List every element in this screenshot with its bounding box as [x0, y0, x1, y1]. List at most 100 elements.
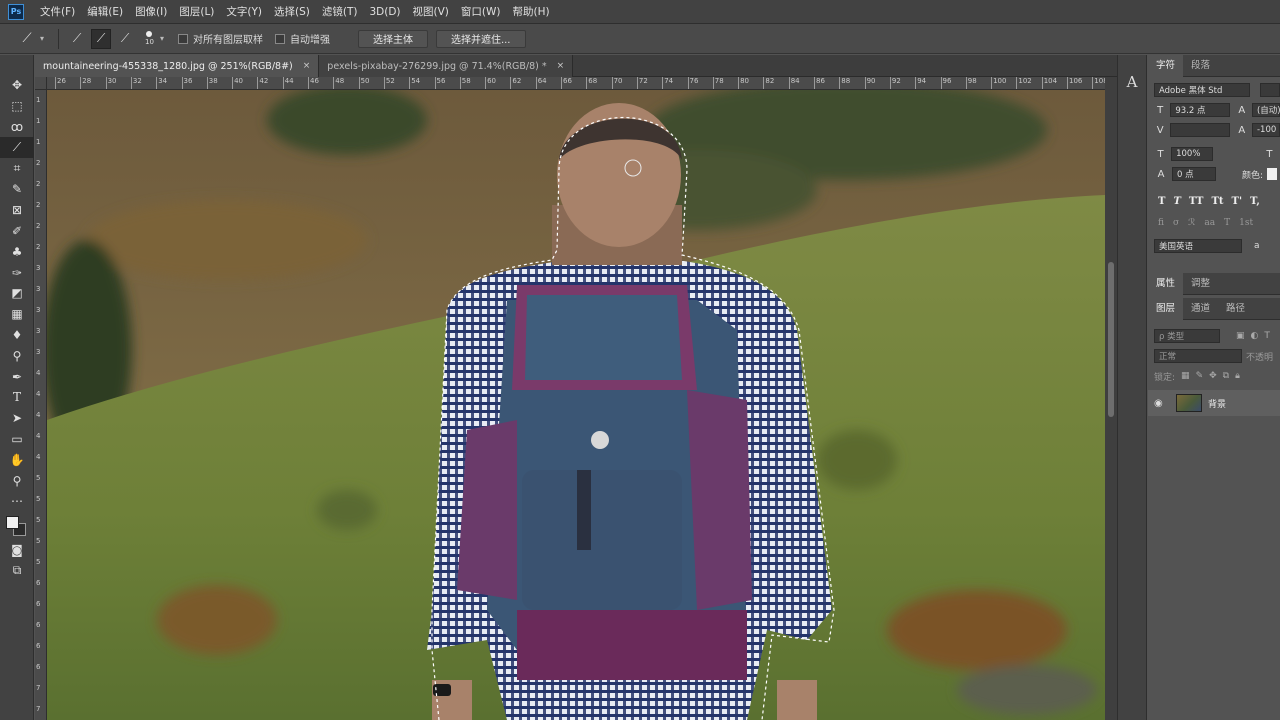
text-color-swatch[interactable]	[1267, 168, 1278, 180]
leading-field[interactable]: (自动)	[1251, 103, 1280, 117]
tab-adjustments[interactable]: 调整	[1183, 273, 1218, 295]
shape-tool-icon[interactable]: ▭	[0, 429, 34, 450]
close-icon[interactable]: ×	[303, 61, 311, 71]
tab-layers[interactable]: 图层	[1148, 297, 1184, 320]
visibility-eye-icon[interactable]: ◉	[1154, 398, 1168, 409]
kerning-field[interactable]	[1170, 123, 1230, 137]
tab-paths[interactable]: 路径	[1218, 298, 1253, 320]
blur-tool-icon[interactable]: ♦	[0, 325, 34, 346]
all-caps-button[interactable]: TT	[1189, 196, 1204, 207]
filter-type-icon[interactable]: T	[1264, 331, 1270, 341]
quick-selection-tool-icon[interactable]: ⟋	[0, 137, 34, 159]
brush-size-picker[interactable]: 10	[145, 31, 154, 46]
hand-tool-icon[interactable]: ✋	[0, 449, 34, 470]
lasso-tool-icon[interactable]: ꝏ	[0, 117, 34, 138]
select-and-mask-button[interactable]: 选择并遮住...	[435, 29, 526, 48]
titling-button[interactable]: T	[1224, 218, 1230, 228]
tab-character[interactable]: 字符	[1148, 54, 1184, 77]
menu-3d[interactable]: 3D(D)	[363, 0, 406, 24]
toolbar-grip[interactable]	[0, 55, 33, 75]
add-to-selection-brush-icon[interactable]: ⟋	[91, 28, 112, 49]
font-family-select[interactable]: Adobe 黑体 Std	[1154, 83, 1251, 97]
lock-transparent-icon[interactable]: ▦	[1181, 371, 1190, 381]
filter-pixel-icon[interactable]: ▣	[1236, 331, 1245, 341]
tab-mountaineering[interactable]: mountaineering-455338_1280.jpg @ 251%(RG…	[35, 55, 320, 77]
type-tool-icon[interactable]: T	[0, 387, 34, 408]
clone-stamp-tool-icon[interactable]: ♣	[0, 241, 34, 262]
menu-image[interactable]: 图像(I)	[129, 0, 173, 24]
frame-tool-icon[interactable]: ⊠	[0, 200, 34, 221]
eraser-tool-icon[interactable]: ◩	[0, 283, 34, 304]
faux-bold-button[interactable]: T	[1158, 196, 1165, 207]
lock-position-icon[interactable]: ✥	[1209, 371, 1217, 381]
lock-artboard-icon[interactable]: ⧉	[1223, 371, 1229, 381]
language-select[interactable]: 美国英语	[1154, 239, 1242, 253]
ligatures-button[interactable]: fi	[1158, 218, 1164, 228]
auto-enhance-checkbox[interactable]: 自动增强	[274, 31, 330, 46]
crop-tool-icon[interactable]: ⌗	[0, 158, 34, 179]
small-caps-button[interactable]: Tt	[1211, 196, 1223, 207]
ordinals-button[interactable]: 1st	[1239, 218, 1253, 228]
discretionary-ligatures-button[interactable]: σ	[1173, 218, 1179, 228]
vertical-scrollbar[interactable]	[1105, 77, 1117, 720]
lock-image-icon[interactable]: ✎	[1196, 371, 1204, 381]
subtract-from-selection-brush-icon[interactable]: ⟋	[115, 29, 135, 49]
anti-alias-icon[interactable]: a	[1254, 241, 1260, 251]
vertical-ruler[interactable]: 1 1 1 2 2 2 2 2 3 3 3 3 3 4 4 4 4 4 5 5 5 5 5 6 6 6 6 6 7 7	[35, 90, 47, 720]
menu-view[interactable]: 视图(V)	[407, 0, 455, 24]
horizontal-ruler[interactable]: 26 28 30 32 34 36 38 40 42 44 46 48 50 52 54 56 58 60 62 64…	[47, 77, 1105, 90]
screen-mode-icon[interactable]: ⧉	[0, 561, 34, 582]
tab-channels[interactable]: 通道	[1183, 298, 1218, 320]
tab-paragraph[interactable]: 段落	[1183, 55, 1218, 77]
tracking-field[interactable]: -100	[1251, 123, 1280, 137]
superscript-button[interactable]: T'	[1232, 196, 1243, 207]
close-icon[interactable]: ×	[557, 61, 565, 71]
brush-tool-icon[interactable]: ✐	[0, 221, 34, 242]
new-selection-brush-icon[interactable]: ⟋	[67, 29, 87, 49]
rectangular-marquee-tool-icon[interactable]: ⬚	[0, 96, 34, 117]
menu-type[interactable]: 文字(Y)	[220, 0, 268, 24]
sample-all-layers-checkbox[interactable]: 对所有图层取样	[177, 31, 263, 46]
layer-kind-filter[interactable]: ρ 类型	[1154, 329, 1220, 343]
stylistic-alternates-button[interactable]: aa	[1204, 218, 1215, 228]
select-subject-button[interactable]: 选择主体	[357, 29, 428, 48]
move-tool-icon[interactable]: ✥	[0, 75, 34, 96]
tab-pexels[interactable]: pexels-pixabay-276299.jpg @ 71.4%(RGB/8)…	[319, 55, 574, 77]
quick-mask-icon[interactable]: ◙	[0, 540, 34, 561]
pen-tool-icon[interactable]: ✒	[0, 366, 34, 387]
path-selection-tool-icon[interactable]: ➤	[0, 408, 34, 429]
menu-layer[interactable]: 图层(L)	[173, 0, 220, 24]
vertical-scale-field[interactable]: 100%	[1171, 147, 1213, 161]
filter-adjustment-icon[interactable]: ◐	[1251, 331, 1259, 341]
chevron-down-icon[interactable]: ▾	[40, 34, 44, 43]
eyedropper-tool-icon[interactable]: ✎	[0, 179, 34, 200]
baseline-shift-field[interactable]: 0 点	[1172, 167, 1216, 181]
menu-select[interactable]: 选择(S)	[268, 0, 316, 24]
foreground-color-swatch[interactable]	[6, 515, 19, 529]
zoom-tool-icon[interactable]: ⚲	[0, 470, 34, 491]
color-swatches[interactable]	[0, 512, 34, 540]
scrollbar-thumb[interactable]	[1108, 262, 1114, 417]
dodge-tool-icon[interactable]: ⚲	[0, 345, 34, 366]
ruler-corner[interactable]	[35, 77, 47, 90]
history-brush-tool-icon[interactable]: ✑	[0, 262, 34, 283]
document-canvas[interactable]	[47, 90, 1105, 720]
more-tools-icon[interactable]: ⋯	[0, 491, 34, 512]
menu-edit[interactable]: 编辑(E)	[81, 0, 129, 24]
faux-italic-button[interactable]: T	[1173, 196, 1180, 207]
subscript-button[interactable]: T,	[1250, 196, 1260, 207]
lock-all-icon[interactable]: 🔒︎	[1235, 371, 1240, 381]
menu-file[interactable]: 文件(F)	[34, 0, 81, 24]
character-panel-icon[interactable]: A	[1118, 69, 1146, 95]
blend-mode-select[interactable]: 正常	[1154, 349, 1242, 363]
quick-selection-tool-preset-icon[interactable]: ⟋	[16, 28, 38, 50]
font-style-select[interactable]	[1260, 83, 1280, 97]
font-size-field[interactable]: 93.2 点	[1170, 103, 1230, 117]
tab-properties[interactable]: 属性	[1148, 272, 1184, 295]
menu-filter[interactable]: 滤镜(T)	[316, 0, 364, 24]
swash-button[interactable]: ℛ	[1188, 218, 1195, 228]
chevron-down-icon[interactable]: ▾	[160, 34, 164, 43]
menu-help[interactable]: 帮助(H)	[507, 0, 556, 24]
menu-window[interactable]: 窗口(W)	[455, 0, 507, 24]
layer-row[interactable]: ◉ 背景	[1148, 390, 1280, 416]
